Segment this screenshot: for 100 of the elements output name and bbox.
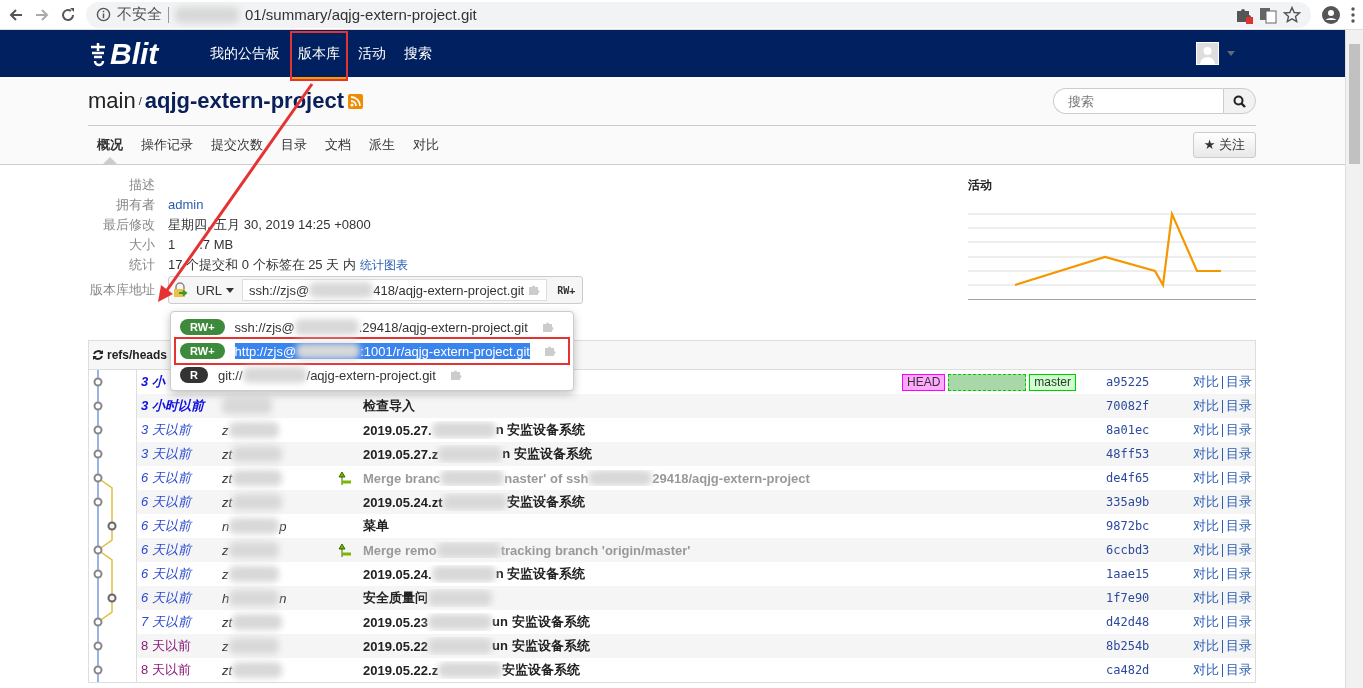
compare-link[interactable]: 对比: [1193, 661, 1219, 679]
commit-hash[interactable]: 9872bc: [1106, 519, 1193, 533]
search-field[interactable]: 搜索: [1053, 88, 1223, 114]
url-menu-item[interactable]: RW+ ssh://zjs@ .29418/aqjg-extern-project.git: [176, 315, 568, 339]
compare-link[interactable]: 对比: [1193, 445, 1219, 463]
commit-hash[interactable]: 48ff53: [1106, 447, 1193, 461]
address-bar[interactable]: 不安全 01/summary/aqjg-extern-project.git: [86, 1, 1311, 28]
tree-link[interactable]: 目录: [1226, 541, 1252, 559]
redaction-blur: [588, 470, 653, 486]
commit-message[interactable]: 安全质量问: [363, 589, 428, 607]
commit-message[interactable]: 安监设备系统: [506, 493, 585, 511]
translate-icon[interactable]: [1259, 5, 1277, 24]
owner-link[interactable]: admin: [168, 195, 204, 215]
commit-message[interactable]: 2019.05.27.z: [363, 446, 439, 462]
tree-link[interactable]: 目录: [1226, 373, 1252, 391]
info-icon[interactable]: [96, 7, 111, 22]
tree-link[interactable]: 目录: [1226, 637, 1252, 655]
commit-message[interactable]: 检查导入: [363, 397, 415, 415]
url-menu-item[interactable]: R git:// /aqjg-extern-project.git: [176, 363, 568, 387]
merge-icon: [337, 542, 353, 558]
nav-item[interactable]: 活动: [350, 30, 395, 81]
menu-icon[interactable]: [1351, 6, 1355, 23]
caret-icon[interactable]: [1227, 51, 1235, 56]
commit-message[interactable]: 菜单: [363, 517, 389, 535]
back-icon[interactable]: [8, 6, 24, 23]
watch-button[interactable]: ★ 关注: [1192, 132, 1256, 158]
commit-hash[interactable]: ca482d: [1106, 663, 1193, 677]
tree-link[interactable]: 目录: [1226, 565, 1252, 583]
compare-link[interactable]: 对比: [1193, 397, 1219, 415]
compare-link[interactable]: 对比: [1193, 493, 1219, 511]
stats-link[interactable]: 统计图表: [359, 255, 408, 275]
commit-message[interactable]: un 安监设备系统: [492, 637, 590, 655]
project-group-link[interactable]: main: [88, 88, 136, 114]
branch-header: refs/heads: [107, 348, 168, 362]
commit-hash[interactable]: d42d48: [1106, 615, 1193, 629]
tab[interactable]: 派生: [360, 126, 404, 164]
commit-message[interactable]: 安监设备系统: [502, 661, 581, 679]
permission-badge: RW+: [180, 319, 225, 335]
compare-link[interactable]: 对比: [1193, 613, 1219, 631]
brand-logo[interactable]: Blit: [110, 36, 159, 71]
ref-label[interactable]: master: [1029, 373, 1076, 391]
nav-item[interactable]: 搜索: [396, 30, 441, 81]
commit-hash[interactable]: 1f7e90: [1106, 591, 1193, 605]
commit-hash[interactable]: a95225: [1106, 375, 1193, 389]
compare-link[interactable]: 对比: [1193, 517, 1219, 535]
field-value: 1: [168, 236, 176, 254]
url-text: ssh://zjs@: [234, 319, 295, 335]
protocol-dropdown[interactable]: URL: [194, 282, 236, 298]
tree-link[interactable]: 目录: [1226, 469, 1252, 487]
ref-label[interactable]: HEAD: [901, 373, 946, 391]
profile-icon[interactable]: [1321, 4, 1341, 25]
tree-link[interactable]: 目录: [1226, 661, 1252, 679]
commit-message[interactable]: 2019.05.24.: [363, 566, 432, 582]
redaction-blur: [232, 470, 283, 486]
tree-link[interactable]: 目录: [1226, 613, 1252, 631]
compare-link[interactable]: 对比: [1193, 565, 1219, 583]
tab[interactable]: 操作记录: [132, 126, 202, 164]
compare-link[interactable]: 对比: [1193, 469, 1219, 487]
tab[interactable]: 文档: [316, 126, 360, 164]
commit-hash[interactable]: 6ccbd3: [1106, 543, 1193, 557]
tree-link[interactable]: 目录: [1226, 517, 1252, 535]
commit-age: 6 天以前: [141, 590, 191, 605]
tree-link[interactable]: 目录: [1226, 421, 1252, 439]
compare-link[interactable]: 对比: [1193, 541, 1219, 559]
commit-hash[interactable]: de4f65: [1106, 471, 1193, 485]
compare-link[interactable]: 对比: [1193, 373, 1219, 391]
commit-message[interactable]: 2019.05.23: [363, 614, 429, 630]
tab[interactable]: 目录: [272, 126, 316, 164]
compare-link[interactable]: 对比: [1193, 421, 1219, 439]
search-button[interactable]: [1223, 88, 1256, 114]
scrollbar[interactable]: [1345, 30, 1363, 688]
nav-item[interactable]: 我的公告板: [202, 30, 289, 81]
reload-icon[interactable]: [60, 6, 76, 23]
commit-hash[interactable]: 8a01ec: [1106, 423, 1193, 437]
commit-hash[interactable]: 70082f: [1106, 399, 1193, 413]
commit-message[interactable]: n 安监设备系统: [495, 421, 586, 439]
commit-message[interactable]: un 安监设备系统: [492, 613, 590, 631]
commit-message[interactable]: n 安监设备系统: [495, 565, 586, 583]
tab[interactable]: 提交次数: [202, 126, 272, 164]
url-field[interactable]: ssh://zjs@ 418/aqjg-extern-project.git: [242, 279, 548, 301]
commit-message[interactable]: 2019.05.24.zt: [363, 494, 443, 510]
tree-link[interactable]: 目录: [1226, 445, 1252, 463]
commit-message[interactable]: n 安监设备系统: [502, 445, 592, 463]
tab[interactable]: 对比: [404, 126, 448, 164]
compare-link[interactable]: 对比: [1193, 637, 1219, 655]
tree-link[interactable]: 目录: [1226, 589, 1252, 607]
refresh-icon[interactable]: [92, 349, 104, 361]
star-icon[interactable]: [1283, 5, 1301, 24]
commit-hash[interactable]: 1aae15: [1106, 567, 1193, 581]
url-text: :1001/r/aqjg-extern-project.git: [360, 343, 530, 359]
commit-message[interactable]: 2019.05.27.: [363, 422, 432, 438]
redaction-blur: [309, 282, 374, 298]
commit-message[interactable]: 2019.05.22: [363, 638, 429, 654]
commit-hash[interactable]: 8b254b: [1106, 639, 1193, 653]
tree-link[interactable]: 目录: [1226, 493, 1252, 511]
compare-link[interactable]: 对比: [1193, 589, 1219, 607]
commit-message[interactable]: 2019.05.22.z: [363, 662, 439, 678]
commit-hash[interactable]: 335a9b: [1106, 495, 1193, 509]
tree-link[interactable]: 目录: [1226, 397, 1252, 415]
redaction-blur: [431, 566, 496, 582]
